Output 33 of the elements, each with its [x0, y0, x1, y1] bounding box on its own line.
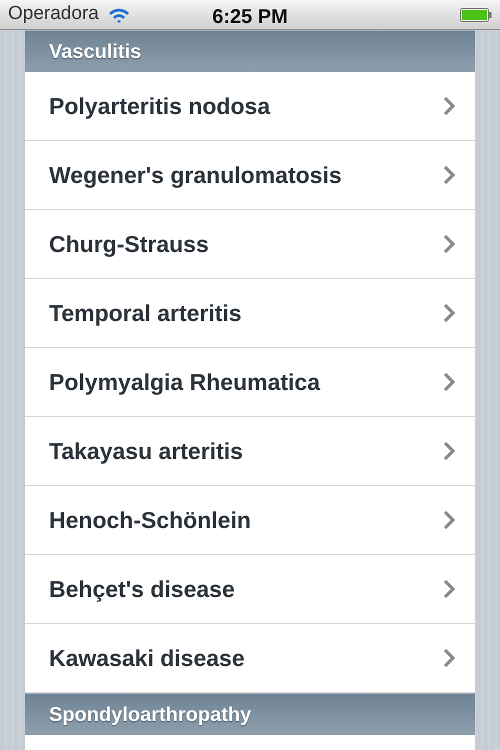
chevron-icon [443, 441, 455, 461]
row-label: Kawasaki disease [49, 644, 246, 673]
row-label: Churg-Strauss [49, 230, 210, 259]
row-label: Polymyalgia Rheumatica [49, 368, 322, 397]
chevron-icon [443, 303, 455, 323]
list-row[interactable]: Temporal arteritis [25, 279, 475, 348]
battery-icon [460, 6, 492, 22]
list-row[interactable]: Takayasu arteritis [25, 417, 475, 486]
chevron-icon [443, 234, 455, 254]
row-label: Takayasu arteritis [49, 436, 244, 466]
chevron-icon [443, 96, 455, 116]
chevron-icon [443, 372, 455, 392]
row-label: Henoch-Schönlein [49, 506, 252, 535]
clock-time: 6:25 PM [212, 5, 288, 30]
list-row[interactable] [25, 735, 475, 750]
list-row[interactable]: Henoch-Schönlein [25, 486, 475, 555]
row-label: Behçet's disease [49, 574, 236, 604]
list-row[interactable]: Churg-Strauss [25, 210, 475, 279]
list-row[interactable]: Wegener's granulomatosis [25, 141, 475, 210]
chevron-icon [443, 579, 455, 599]
list-row[interactable]: Polymyalgia Rheumatica [25, 348, 475, 417]
section-header: Spondyloarthropathy [25, 693, 475, 735]
carrier-name: Operadora [8, 2, 99, 26]
list-row[interactable]: Polyarteritis nodosa [25, 72, 475, 141]
section-header: Vasculitis [25, 30, 475, 72]
chevron-icon [443, 165, 455, 185]
list-row[interactable]: Kawasaki disease [25, 624, 475, 693]
row-label: Polyarteritis nodosa [49, 92, 272, 121]
row-label: Wegener's granulomatosis [49, 160, 343, 190]
chevron-icon [443, 510, 455, 530]
chevron-icon [443, 648, 455, 668]
list-row[interactable]: Behçet's disease [25, 555, 475, 624]
row-label: Temporal arteritis [49, 298, 243, 328]
